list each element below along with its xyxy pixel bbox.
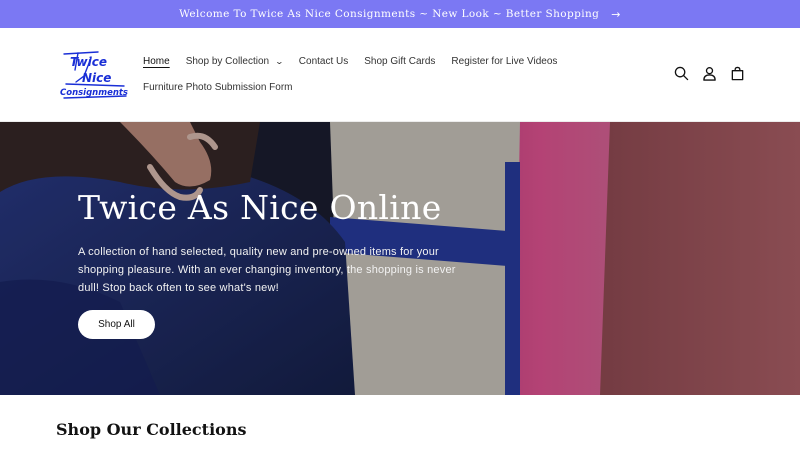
hero-title: Twice As Nice Online xyxy=(78,188,442,227)
nav-item-label: Shop by Collection xyxy=(185,55,270,67)
announcement-text: Welcome To Twice As Nice Consignments ~ … xyxy=(179,8,600,20)
announcement-bar[interactable]: Welcome To Twice As Nice Consignments ~ … xyxy=(0,0,800,28)
hero-banner: Twice As Nice Online A collection of han… xyxy=(0,122,800,395)
cart-icon[interactable] xyxy=(728,64,746,82)
main-nav: Home Shop by Collection ⌄ Contact Us Sho… xyxy=(143,50,557,98)
shop-all-button[interactable]: Shop All xyxy=(78,310,155,339)
nav-item-label: Contact Us xyxy=(298,55,349,67)
nav-item-label: Register for Live Videos xyxy=(451,55,558,67)
arrow-right-icon: → xyxy=(611,7,621,21)
nav-item-shop-gift-cards[interactable]: Shop Gift Cards xyxy=(364,56,435,67)
logo-line-1: Twice xyxy=(70,55,107,69)
nav-item-label: Shop Gift Cards xyxy=(364,55,436,67)
nav-item-home[interactable]: Home xyxy=(143,56,170,67)
chevron-down-icon: ⌄ xyxy=(274,56,285,66)
search-icon[interactable] xyxy=(672,64,690,82)
logo-mark: Twice Nice Consignments xyxy=(60,51,129,99)
nav-item-contact-us[interactable]: Contact Us xyxy=(299,56,348,67)
header-icons xyxy=(672,64,746,82)
logo-line-2: Nice xyxy=(82,71,111,85)
nav-item-shop-by-collection[interactable]: Shop by Collection ⌄ xyxy=(185,55,285,67)
nav-item-label: Furniture Photo Submission Form xyxy=(143,81,293,93)
site-logo[interactable]: Twice Nice Consignments xyxy=(58,46,130,104)
logo-line-3: Consignments xyxy=(60,88,129,98)
nav-item-furniture-photo-form[interactable]: Furniture Photo Submission Form xyxy=(143,82,293,93)
collections-heading: Shop Our Collections xyxy=(56,420,247,439)
hero-description: A collection of hand selected, quality n… xyxy=(78,246,456,294)
account-icon[interactable] xyxy=(700,64,718,82)
nav-item-register-live-videos[interactable]: Register for Live Videos xyxy=(451,56,557,67)
site-header: Twice Nice Consignments Home Shop by Col… xyxy=(0,28,800,122)
nav-item-label: Home xyxy=(143,55,170,67)
